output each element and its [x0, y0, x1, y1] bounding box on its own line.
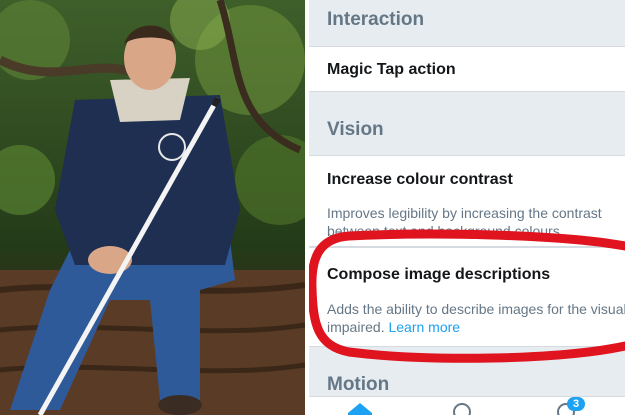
photo-illustration — [0, 0, 305, 415]
compose-description-text: Adds the ability to describe images for … — [327, 301, 625, 335]
contrast-description: Improves legibility by increasing the co… — [327, 205, 602, 239]
home-icon[interactable] — [347, 401, 373, 415]
photo-man-with-cane — [0, 0, 305, 415]
notification-badge: 3 — [567, 397, 585, 411]
vision-section-header: Vision — [309, 92, 625, 155]
compose-description: Adds the ability to describe images for … — [327, 300, 625, 336]
bottom-tab-bar: 3 — [309, 396, 625, 415]
magic-tap-row[interactable]: Magic Tap action — [309, 46, 625, 92]
interaction-section-header: Interaction — [309, 0, 625, 46]
contrast-title: Increase colour contrast — [327, 171, 513, 188]
motion-section-header: Motion — [309, 347, 625, 396]
contrast-row[interactable]: Increase colour contrast Improves legibi… — [309, 155, 625, 247]
accessibility-settings-panel: Interaction Magic Tap action Vision Incr… — [309, 0, 625, 415]
magic-tap-label: Magic Tap action — [327, 61, 456, 78]
learn-more-link[interactable]: Learn more — [388, 319, 460, 335]
compose-image-descriptions-row[interactable]: Compose image descriptions Adds the abil… — [309, 247, 625, 347]
compose-title: Compose image descriptions — [327, 266, 551, 283]
search-icon[interactable] — [451, 401, 473, 415]
